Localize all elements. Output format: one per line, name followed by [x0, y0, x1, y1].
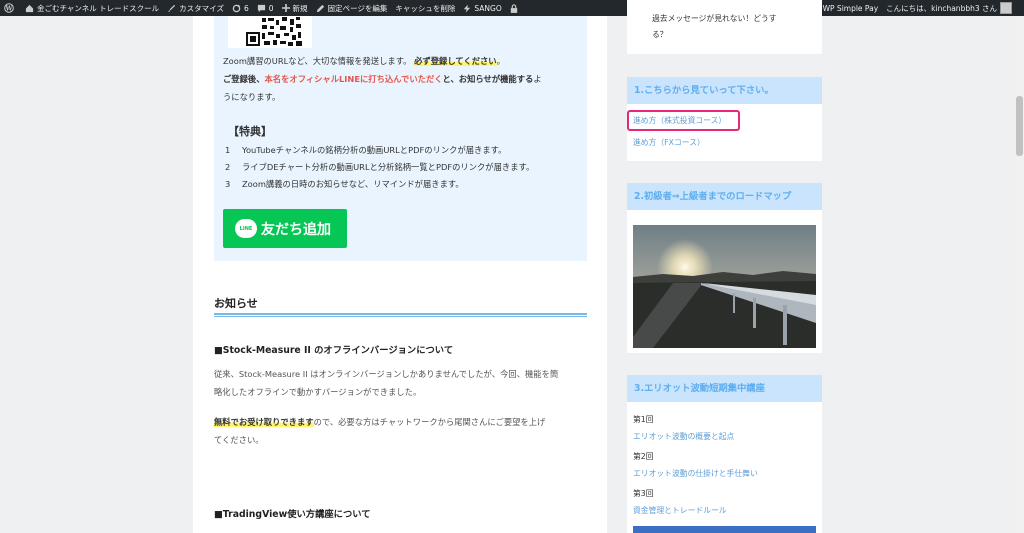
benefit-text: Zoom講義の日時のお知らせなど、リマインドが届きます。 — [242, 179, 464, 189]
highlight-box — [627, 110, 740, 131]
plus-icon — [281, 4, 290, 12]
widget-title: 3.エリオット波動短期集中講座 — [627, 375, 822, 402]
updates-count: 6 — [243, 3, 249, 13]
main-content: Zoom講習のURLなど、大切な情報を発送します。 必ず登録してください。 ご登… — [193, 16, 607, 533]
my-account-menu[interactable]: こんにちは、kinchanbbh3 さん — [882, 0, 1024, 16]
svg-text:W: W — [5, 5, 13, 12]
promo-text-end: 。 — [496, 56, 505, 66]
lesson-2-link[interactable]: エリオット波動の仕掛けと手仕舞い — [633, 468, 758, 479]
sango-label: SANGO — [474, 3, 502, 13]
updates-icon — [232, 3, 241, 12]
past-message-link-cont[interactable]: る？ — [652, 29, 668, 40]
article-paragraph-line: 従来、Stock-Measure II はオンラインバージョンしかありませんでし… — [214, 369, 559, 379]
lesson-1-link[interactable]: エリオット波動の概要と起点 — [633, 431, 734, 442]
line-promo-box: Zoom講習のURLなど、大切な情報を発送します。 必ず登録してください。 ご登… — [214, 16, 587, 261]
benefit-item: 1 YouTubeチャンネルの銘柄分析の動画URLとPDFのリンクが届きます。 — [225, 144, 506, 156]
new-content-menu[interactable]: 新規 — [278, 0, 312, 16]
must-register-text: 必ず登録してください — [414, 56, 497, 66]
benefit-number: 3 — [225, 179, 231, 189]
lesson-3-link[interactable]: 資金管理とトレードルール — [633, 505, 727, 516]
promo-line-2: ご登録後、本名をオフィシャルLINEに打ち込んでいただくと、お知らせが機能するよ — [223, 70, 542, 88]
news-title-underline — [214, 313, 587, 317]
article-paragraph-line: 略化したオフラインで動かすバージョンができました。 — [214, 387, 422, 397]
line-add-friend-button[interactable]: LINE 友だち追加 — [223, 209, 347, 248]
wordpress-logo-menu[interactable]: W — [0, 0, 21, 16]
customize-label: カスタマイズ — [179, 3, 224, 13]
site-name-menu[interactable]: 金ごむチャンネル トレードスクール — [21, 0, 163, 16]
pencil-icon — [316, 4, 324, 12]
roadmap-image[interactable] — [633, 225, 816, 348]
article-title-offline: ■Stock-Measure II のオフラインバージョンについて — [214, 345, 454, 356]
edit-page-menu[interactable]: 固定ページを編集 — [312, 0, 392, 16]
brush-icon — [168, 4, 176, 12]
link-fx-course[interactable]: 進め方（FXコース） — [633, 137, 705, 148]
line-logo-icon: LINE — [235, 219, 257, 238]
notice-works-text: と、お知らせが機能する — [442, 74, 534, 84]
benefit-item: 2 ライブDEチャート分析の動画URLと分析銘柄一覧とPDFのリンクが届きます。 — [225, 161, 534, 173]
qr-code-area — [228, 16, 312, 48]
clear-cache-menu[interactable]: キャッシュを削除 — [391, 0, 459, 16]
lesson-label: 第3回 — [633, 489, 654, 498]
promo-line-1: Zoom講習のURLなど、大切な情報を発送します。 必ず登録してください。 — [223, 52, 505, 70]
promo-line-3: うになります。 — [223, 92, 281, 102]
lesson-label: 第2回 — [633, 452, 654, 461]
comment-icon — [257, 4, 265, 12]
article-paragraph-line: てください。 — [214, 435, 264, 445]
comments-menu[interactable]: 0 — [253, 0, 278, 16]
home-icon — [25, 4, 34, 12]
sidebar-widget-top: 過去メッセージが見れない！どうす る？ — [627, 0, 822, 54]
benefit-text: YouTubeチャンネルの銘柄分析の動画URLとPDFのリンクが届きます。 — [242, 145, 507, 155]
promo-text-tail: よ — [533, 74, 542, 84]
clear-cache-label: キャッシュを削除 — [395, 3, 456, 13]
line-button-label: 友だち追加 — [261, 221, 331, 238]
after-register-text: ご登録後、 — [223, 74, 265, 84]
real-name-text: 本名をオフィシャルLINEに打ち込んでいただく — [264, 74, 443, 84]
page-scrollbar[interactable] — [1015, 16, 1024, 533]
site-name: 金ごむチャンネル トレードスクール — [37, 3, 160, 13]
news-section-title: お知らせ — [214, 297, 258, 310]
greeting-text: こんにちは、kinchanbbh3 さん — [886, 3, 997, 13]
wp-simple-pay-menu[interactable]: WP Simple Pay — [819, 0, 883, 16]
sango-menu[interactable]: SANGO — [459, 0, 505, 16]
sidebar-widget-roadmap: 2.初級者⇒上級者までのロードマップ — [627, 183, 822, 353]
lesson-label: 第1回 — [633, 415, 654, 424]
promo-text: Zoom講習のURLなど、大切な情報を発送します。 — [223, 56, 412, 66]
comments-count: 0 — [268, 3, 274, 13]
benefits-title: 【特典】 — [228, 125, 272, 138]
qr-code-icon — [240, 16, 312, 47]
benefit-text: ライブDEチャート分析の動画URLと分析銘柄一覧とPDFのリンクが届きます。 — [242, 162, 535, 172]
road-sunset-photo — [633, 225, 816, 348]
customize-menu[interactable]: カスタマイズ — [163, 0, 228, 16]
article-paragraph-rest: ので、必要な方はチャットワークから尾関さんにご要望を上げ — [313, 417, 546, 427]
article-title-tradingview: ■TradingView使い方講座について — [214, 509, 371, 520]
lightning-icon — [464, 4, 471, 12]
sidebar-widget-elliott: 3.エリオット波動短期集中講座 第1回 エリオット波動の概要と起点 第2回 エリ… — [627, 375, 822, 533]
updates-menu[interactable]: 6 — [228, 0, 253, 16]
widget-title: 1.こちらから見ていって下さい。 — [627, 77, 822, 104]
lock-menu[interactable] — [506, 0, 525, 16]
avatar — [1000, 2, 1012, 14]
wordpress-icon: W — [4, 3, 14, 13]
widget-title: 2.初級者⇒上級者までのロードマップ — [627, 183, 822, 210]
admin-bar: W 金ごむチャンネル トレードスクール カスタマイズ 6 0 新規 固定ページを… — [0, 0, 1024, 16]
past-message-link[interactable]: 過去メッセージが見れない！どうす — [652, 13, 777, 24]
lock-icon — [510, 3, 517, 13]
article-paragraph-line: 無料でお受け取りできますので、必要な方はチャットワークから尾関さんにご要望を上げ — [214, 413, 545, 431]
free-receive-text: 無料でお受け取りできます — [214, 417, 314, 427]
benefit-number: 1 — [225, 145, 231, 155]
wp-simple-pay-label: WP Simple Pay — [822, 3, 879, 13]
benefit-item: 3 Zoom講義の日時のお知らせなど、リマインドが届きます。 — [225, 178, 464, 190]
benefit-number: 2 — [225, 162, 231, 172]
scrollbar-thumb[interactable] — [1016, 96, 1023, 156]
edit-page-label: 固定ページを編集 — [327, 3, 388, 13]
new-label: 新規 — [292, 3, 308, 13]
sidebar-banner[interactable] — [633, 526, 816, 533]
